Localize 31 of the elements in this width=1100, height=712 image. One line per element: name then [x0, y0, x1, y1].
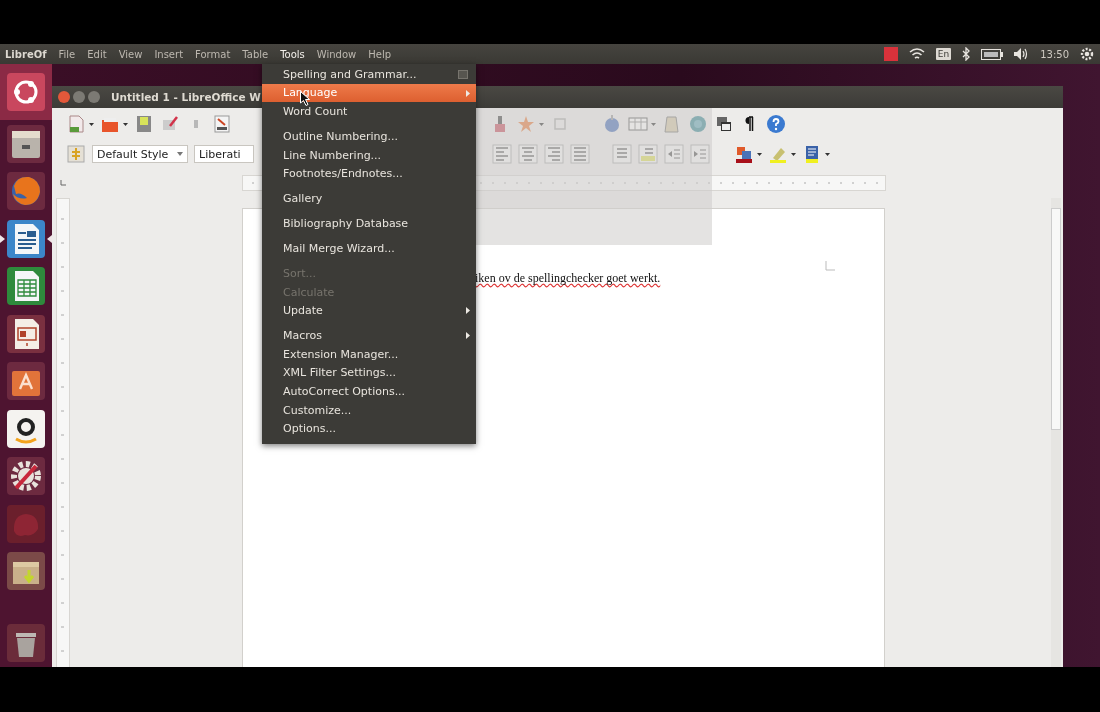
document-text: iken ov de spellingchecker goet werkt.	[475, 271, 662, 286]
menu-item[interactable]: Insert	[148, 48, 190, 60]
menu-item[interactable]: Footnotes/Endnotes...	[262, 164, 476, 183]
menu-item[interactable]: Gallery	[262, 189, 476, 208]
menu-item[interactable]: Format	[189, 48, 237, 60]
clock-text[interactable]: 13:50	[1040, 48, 1069, 60]
menu-item[interactable]: Tools	[274, 48, 311, 60]
menu-item[interactable]: Options...	[262, 419, 476, 439]
window-title: Untitled 1 - LibreOffice W	[111, 91, 261, 103]
menu-item[interactable]: Outline Numbering...	[262, 127, 476, 146]
app-name: LibreOf	[5, 48, 47, 60]
menu-item[interactable]: AutoCorrect Options...	[262, 382, 476, 401]
font-name-dropdown[interactable]: Liberati	[194, 145, 254, 163]
menu-item[interactable]: View	[112, 48, 149, 60]
menu-item[interactable]: Mail Merge Wizard...	[262, 239, 476, 258]
menu-item[interactable]: Help	[362, 48, 398, 60]
menu-item[interactable]: XML Filter Settings...	[262, 363, 476, 383]
menu-item[interactable]: Line Numbering...	[262, 145, 476, 165]
menu-item[interactable]: Word Count	[262, 102, 476, 121]
menu-item[interactable]: Window	[310, 48, 363, 60]
menu-item[interactable]: Extension Manager...	[262, 345, 476, 364]
paragraph-style-dropdown[interactable]: Default Style	[92, 145, 188, 163]
menu-item[interactable]: File	[52, 48, 82, 60]
menu-item[interactable]: Customize...	[262, 400, 476, 420]
menu-item[interactable]: Macros	[262, 326, 476, 346]
menu-item[interactable]: Bibliography Database	[262, 214, 476, 233]
menu-item[interactable]: Table	[236, 48, 275, 60]
menu-item[interactable]: Edit	[81, 48, 113, 60]
menu-item[interactable]: Spelling and Grammar...	[262, 65, 476, 84]
menu-item[interactable]: Update	[262, 301, 476, 321]
keyboard-indicator[interactable]: En	[935, 48, 952, 60]
